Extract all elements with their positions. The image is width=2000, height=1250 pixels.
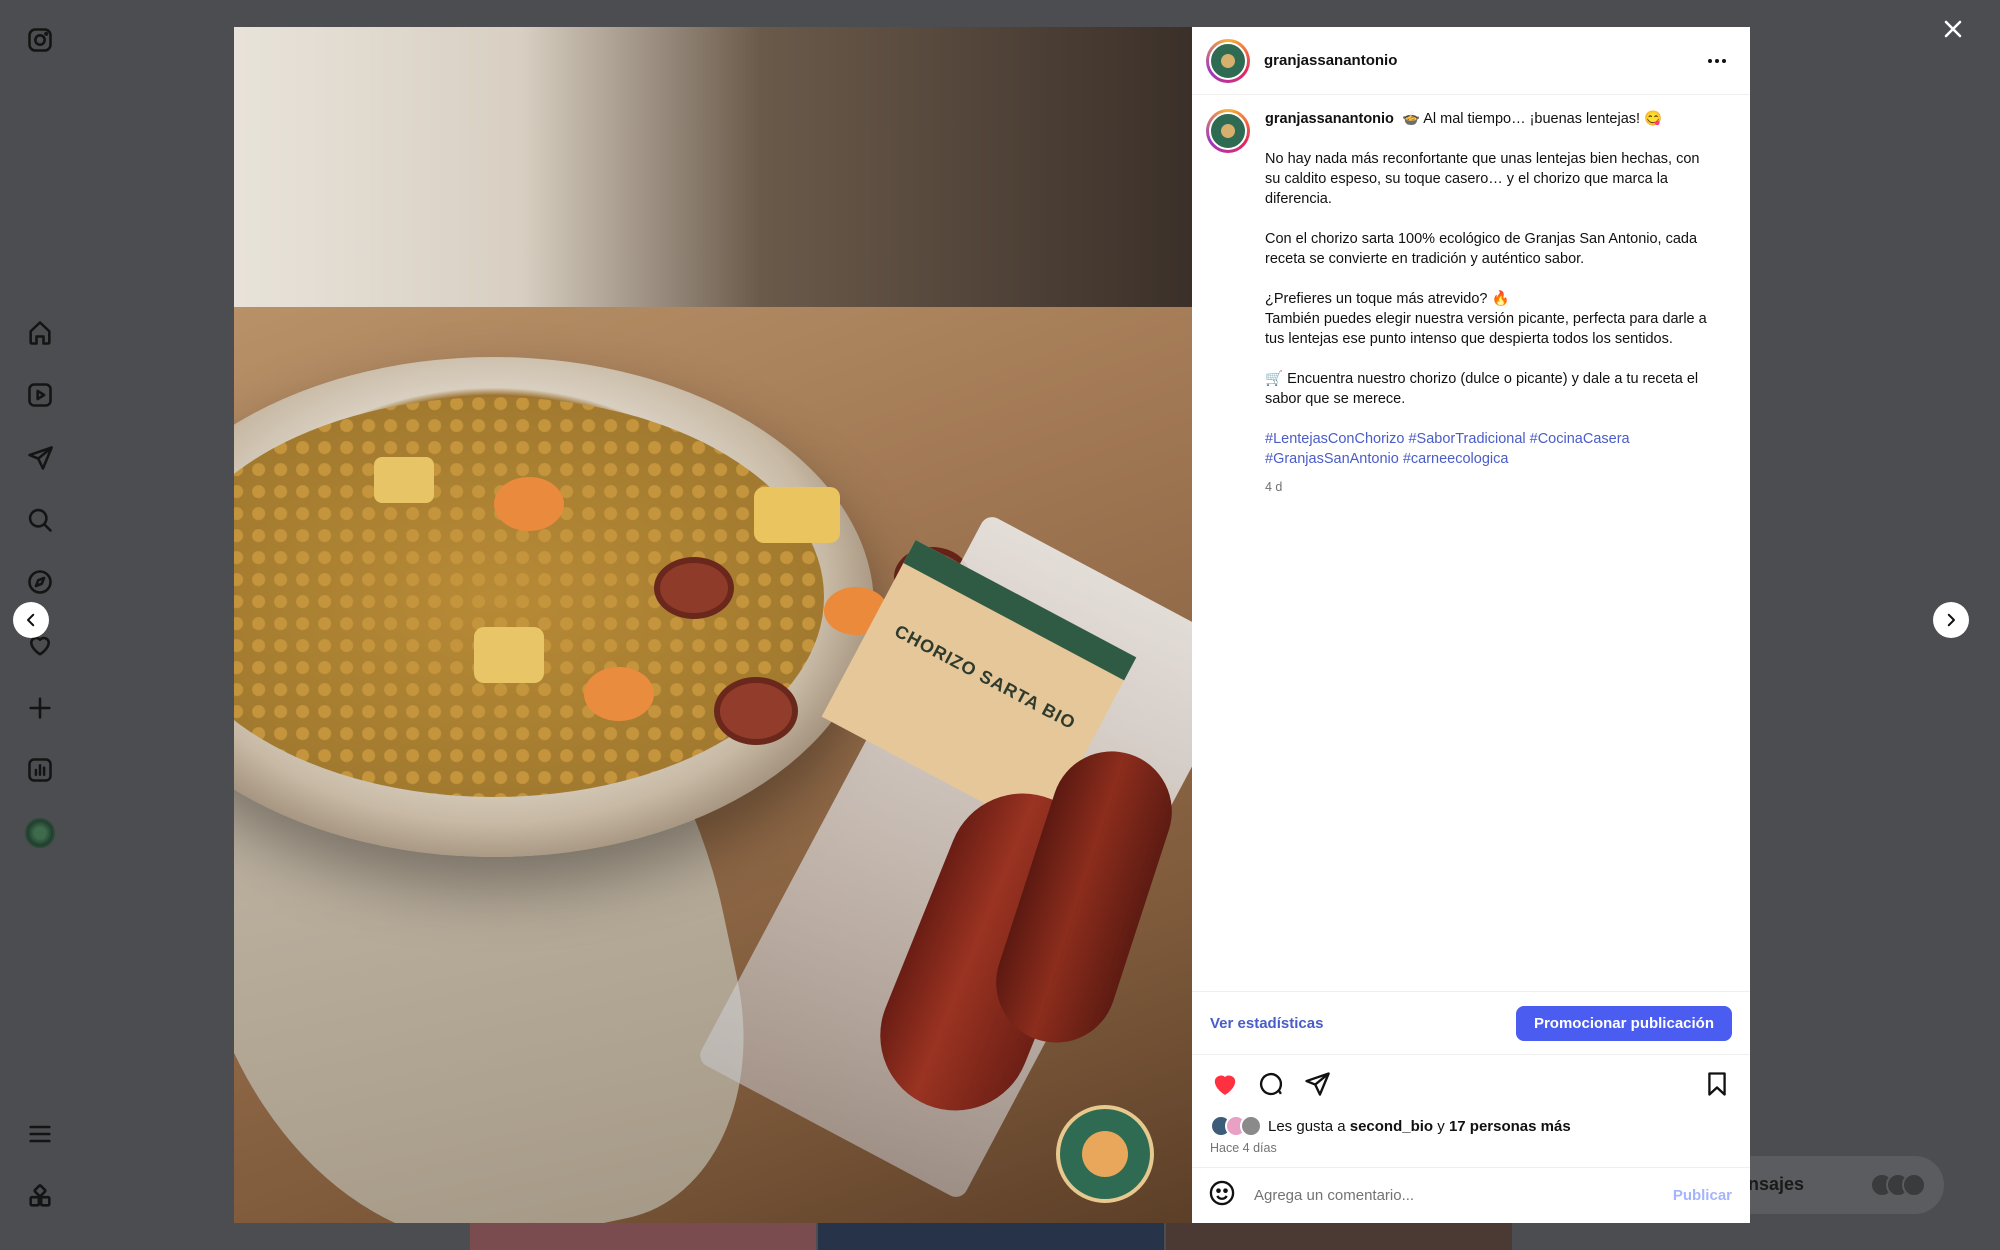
- brand-logo: [1056, 1105, 1154, 1203]
- caption-hashtags[interactable]: #LentejasConChorizo #SaborTradicional #C…: [1265, 429, 1709, 469]
- caption-timestamp: 4 d: [1265, 480, 1283, 494]
- liker-avatars[interactable]: [1210, 1115, 1262, 1137]
- close-button[interactable]: [1938, 14, 1968, 44]
- likes-connector: y: [1437, 1117, 1445, 1135]
- like-heart-icon[interactable]: [1210, 1069, 1240, 1099]
- caption-body: granjassanantonio 🍲 Al mal tiempo… ¡buen…: [1265, 109, 1709, 991]
- more-options-icon[interactable]: [1702, 49, 1732, 73]
- chevron-left-icon: [27, 613, 35, 627]
- author-avatar[interactable]: [1206, 38, 1250, 83]
- view-insights-link[interactable]: Ver estadísticas: [1210, 1015, 1323, 1032]
- comment-composer: Publicar: [1192, 1167, 1750, 1223]
- comment-icon[interactable]: [1256, 1069, 1286, 1099]
- liker-username[interactable]: second_bio: [1350, 1118, 1433, 1135]
- caption-paragraph: 🛒 Encuentra nuestro chorizo (dulce o pic…: [1265, 371, 1699, 407]
- caption-paragraph: Con el chorizo sarta 100% ecológico de G…: [1265, 231, 1698, 267]
- previous-post-button[interactable]: [13, 602, 49, 638]
- chevron-right-icon: [1947, 613, 1955, 627]
- promote-post-button[interactable]: Promocionar publicación: [1515, 1005, 1732, 1041]
- search-icon[interactable]: [24, 504, 56, 536]
- background-thumbnail: [1166, 1222, 1512, 1250]
- insights-row: Ver estadísticas Promocionar publicación: [1192, 991, 1750, 1055]
- likes-others-count[interactable]: 17 personas más: [1449, 1118, 1571, 1135]
- post-side-panel: granjassanantonio granjassanantonio 🍲 Al…: [1192, 27, 1750, 1223]
- likes-summary: Les gusta a second_bio y 17 personas más: [1192, 1113, 1750, 1139]
- post-date: Hace 4 días: [1210, 1141, 1277, 1155]
- dashboard-icon[interactable]: [24, 754, 56, 786]
- publish-comment-button[interactable]: Publicar: [1673, 1187, 1732, 1204]
- caption-avatar[interactable]: [1206, 109, 1250, 153]
- next-post-button[interactable]: [1933, 602, 1969, 638]
- explore-compass-icon[interactable]: [24, 566, 56, 598]
- share-send-icon[interactable]: [1302, 1069, 1332, 1099]
- plus-icon[interactable]: [24, 692, 56, 724]
- menu-icon[interactable]: [24, 1118, 56, 1150]
- close-icon: [1944, 20, 1962, 38]
- caption-first-line: 🍲 Al mal tiempo… ¡buenas lentejas! 😋: [1401, 111, 1663, 127]
- grid-apps-icon[interactable]: [24, 1180, 56, 1212]
- comment-input[interactable]: [1254, 1187, 1673, 1204]
- post-modal: CHORIZO SARTA BIO granjassanantonio gran…: [234, 27, 1750, 1223]
- caption-paragraph: No hay nada más reconfortante que unas l…: [1265, 151, 1700, 207]
- caption-section: granjassanantonio 🍲 Al mal tiempo… ¡buen…: [1192, 95, 1750, 991]
- background-thumbnail: [470, 1222, 816, 1250]
- home-icon[interactable]: [24, 317, 56, 349]
- emoji-icon[interactable]: [1208, 1179, 1236, 1212]
- post-image[interactable]: CHORIZO SARTA BIO: [234, 27, 1192, 1223]
- author-username[interactable]: granjassanantonio: [1264, 52, 1702, 69]
- caption-username[interactable]: granjassanantonio: [1265, 111, 1394, 127]
- bookmark-icon[interactable]: [1702, 1069, 1732, 1099]
- post-header: granjassanantonio: [1192, 27, 1750, 95]
- reels-icon[interactable]: [24, 379, 56, 411]
- messages-label: nsajes: [1748, 1174, 1805, 1194]
- action-bar: [1192, 1055, 1750, 1113]
- caption-paragraph: ¿Prefieres un toque más atrevido? 🔥 Tamb…: [1265, 291, 1707, 347]
- background-thumbnail: [818, 1222, 1164, 1250]
- messages-avatars: [1870, 1173, 1926, 1197]
- messages-pill[interactable]: nsajes: [1720, 1156, 1944, 1214]
- direct-send-icon[interactable]: [24, 442, 56, 474]
- likes-prefix: Les gusta a: [1268, 1117, 1346, 1135]
- profile-avatar[interactable]: [24, 817, 56, 849]
- instagram-icon[interactable]: [24, 24, 56, 56]
